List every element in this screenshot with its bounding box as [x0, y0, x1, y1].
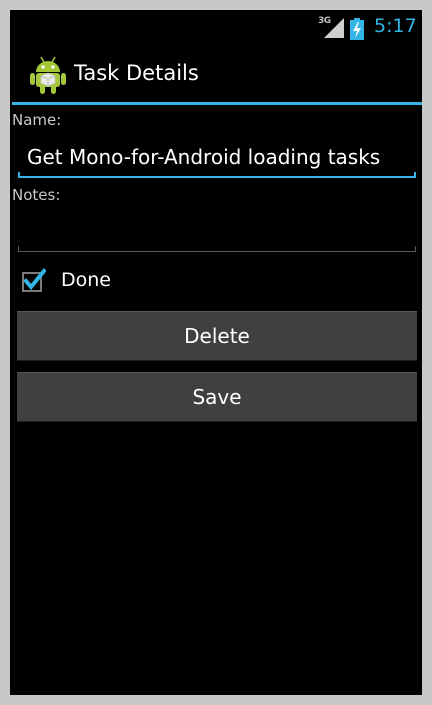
name-label: Name: [12, 111, 62, 129]
status-bar: 3G 5:17 [10, 10, 422, 44]
action-bar-title: Task Details [74, 61, 199, 85]
done-checkbox-row[interactable]: Done [20, 266, 220, 296]
status-clock: 5:17 [374, 15, 417, 37]
notes-input-right-tick [415, 246, 416, 252]
notes-input[interactable] [18, 212, 416, 252]
name-input-underline [18, 176, 416, 178]
name-input-right-tick [414, 172, 416, 178]
action-bar: Task Details [10, 44, 422, 106]
android-robot-icon[interactable] [30, 54, 66, 94]
checkbox-checked-icon[interactable] [20, 268, 46, 294]
cell-signal-icon [324, 18, 344, 38]
battery-charging-icon [350, 18, 364, 40]
name-input-value: Get Mono-for-Android loading tasks [27, 145, 381, 169]
signal-indicator: 3G [318, 16, 344, 38]
name-input[interactable]: Get Mono-for-Android loading tasks [18, 140, 416, 178]
done-label: Done [61, 269, 111, 291]
notes-input-underline [18, 251, 416, 252]
delete-button[interactable]: Delete [17, 311, 417, 361]
name-input-left-tick [18, 172, 20, 178]
notes-label: Notes: [12, 186, 61, 204]
device-screen: 3G 5:17 Task Details Name: Get Mono-for-… [10, 10, 422, 695]
action-bar-divider [12, 102, 422, 105]
notes-input-left-tick [18, 246, 19, 252]
save-button[interactable]: Save [17, 372, 417, 422]
